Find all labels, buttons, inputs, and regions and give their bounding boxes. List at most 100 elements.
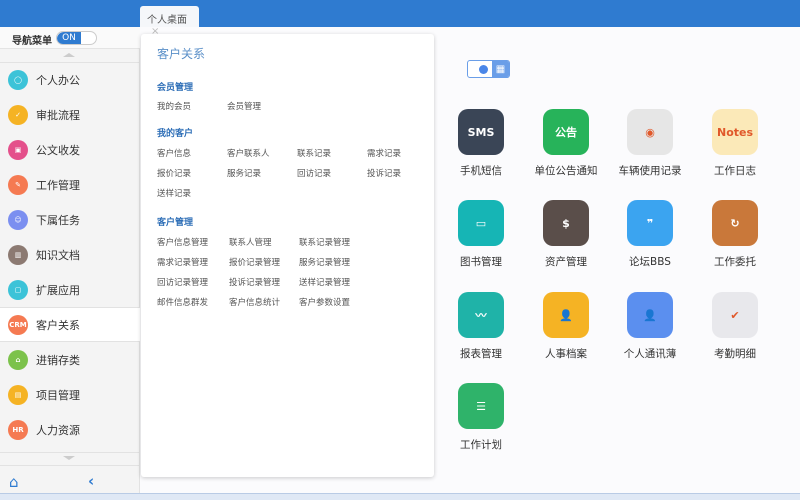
app-tile[interactable]: ✔ 考勤明细 [690, 292, 780, 361]
app-tile[interactable]: 👤 人事档案 [521, 292, 611, 361]
sidebar-item[interactable]: ▢ 扩展应用 [0, 272, 140, 307]
tab-label: 个人桌面 [147, 15, 187, 26]
sidebar-item-label: 项目管理 [36, 388, 80, 402]
popup-link[interactable]: 送样记录管理 [299, 276, 350, 288]
popup-link[interactable]: 客户信息 [157, 147, 191, 159]
app-tile[interactable]: ☰ 工作计划 [436, 383, 526, 452]
document-exchange-icon: ▣ [8, 139, 28, 160]
plan-icon: ☰ [458, 383, 504, 429]
hr-icon: HR [8, 419, 28, 440]
popup-link[interactable]: 客户信息统计 [229, 296, 280, 308]
speedometer-icon: ◉ [627, 109, 673, 155]
app-tile[interactable]: ▭ 图书管理 [436, 200, 526, 269]
popup-link[interactable]: 联系记录管理 [299, 236, 350, 248]
collapse-chevron-icon[interactable]: ‹ [88, 472, 94, 490]
popup-link[interactable]: 需求记录 [367, 147, 401, 159]
popup-link[interactable]: 送样记录 [157, 187, 191, 199]
sidebar-item[interactable]: CRM 客户关系 [0, 307, 140, 342]
nav-menu-toggle[interactable]: ON [56, 31, 97, 45]
popup-link[interactable]: 客户信息管理 [157, 236, 208, 248]
popup-section-title: 我的客户 [157, 129, 194, 139]
app-tile[interactable]: 公告 单位公告通知 [521, 109, 611, 178]
sidebar: ◯ 个人办公 ✓ 审批流程 ▣ 公文收发 ✎ 工作管理 ☺ 下属任务 ▥ 知识文档 ▢ 扩展应用 CRM 客户… [0, 49, 140, 494]
sidebar-item[interactable]: ▥ 知识文档 [0, 237, 140, 272]
app-label: 单位公告通知 [534, 165, 598, 177]
popup-link[interactable]: 邮件信息群发 [157, 296, 208, 308]
app-label: 工作日志 [714, 165, 756, 177]
scroll-down-icon[interactable] [63, 456, 75, 460]
app-tile[interactable]: 👤 个人通讯薄 [605, 292, 695, 361]
popup-link[interactable]: 联系人管理 [229, 236, 272, 248]
app-label: 个人通讯薄 [623, 348, 677, 360]
sidebar-item-label: 进销存类 [36, 353, 80, 367]
sidebar-item[interactable]: HR 人力资源 [0, 412, 140, 447]
sidebar-item[interactable]: ☺ 下属任务 [0, 202, 140, 237]
app-label: 资产管理 [545, 256, 587, 268]
attendance-icon: ✔ [712, 292, 758, 338]
sidebar-item-label: 审批流程 [36, 108, 80, 122]
popup-link[interactable]: 会员管理 [227, 100, 261, 112]
extension-icon: ▢ [8, 279, 28, 300]
app-tile[interactable]: ❞ 论坛BBS [605, 200, 695, 269]
divider [0, 452, 140, 453]
sidebar-item[interactable]: ⌂ 进销存类 [0, 342, 140, 377]
popup-link[interactable]: 需求记录管理 [157, 256, 208, 268]
project-icon: ▤ [8, 384, 28, 405]
popup-title: 客户关系 [157, 47, 206, 61]
popup-link[interactable]: 报价记录管理 [229, 256, 280, 268]
work-icon: ✎ [8, 174, 28, 195]
scroll-up-icon[interactable] [63, 53, 75, 57]
book-icon: ▭ [458, 200, 504, 246]
popup-link[interactable]: 服务记录管理 [299, 256, 350, 268]
sidebar-item-label: 知识文档 [36, 248, 80, 262]
asset-icon: $ [543, 200, 589, 246]
popup-link[interactable]: 我的会员 [157, 100, 191, 112]
app-tile[interactable]: $ 资产管理 [521, 200, 611, 269]
popup-section-title: 客户管理 [157, 218, 194, 228]
app-tile[interactable]: ◉ 车辆使用记录 [605, 109, 695, 178]
nav-menu-bar: 导航菜单 ON [0, 27, 140, 49]
crm-menu-popup: 客户关系 会员管理 我的会员 会员管理 我的客户 客户信息 客户联系人 联系记录 需求记录 报价… [141, 34, 434, 477]
tab-personal-desktop[interactable]: 个人桌面× [140, 6, 199, 37]
popup-link[interactable]: 投诉记录 [367, 167, 401, 179]
app-label: 论坛BBS [629, 256, 671, 268]
sidebar-item-label: 客户关系 [36, 318, 80, 332]
popup-link[interactable]: 客户参数设置 [299, 296, 350, 308]
team-icon: ☺ [8, 209, 28, 230]
book-icon: ▥ [8, 244, 28, 265]
app-tile[interactable]: 〰报表管理 [436, 292, 526, 361]
forum-icon: ❞ [627, 200, 673, 246]
personnel-file-icon: 👤 [543, 292, 589, 338]
grid-view-icon[interactable]: ▦ [492, 61, 509, 77]
popup-link[interactable]: 联系记录 [297, 147, 331, 159]
crm-icon: CRM [8, 314, 28, 335]
sidebar-item-label: 个人办公 [36, 73, 80, 87]
home-icon[interactable]: ⌂ [9, 473, 19, 491]
approval-icon: ✓ [8, 104, 28, 125]
sidebar-item-label: 扩展应用 [36, 283, 80, 297]
popup-link[interactable]: 回访记录管理 [157, 276, 208, 288]
app-label: 图书管理 [460, 256, 502, 268]
list-view-icon[interactable] [479, 65, 488, 74]
app-tile[interactable]: SMS 手机短信 [436, 109, 526, 178]
sidebar-item[interactable]: ✎ 工作管理 [0, 167, 140, 202]
sidebar-item[interactable]: ▤ 项目管理 [0, 377, 140, 412]
app-tile[interactable]: Notes 工作日志 [690, 109, 780, 178]
user-icon: ◯ [8, 69, 28, 90]
popup-link[interactable]: 回访记录 [297, 167, 331, 179]
announcement-icon: 公告 [543, 109, 589, 155]
app-tile[interactable]: ↻ 工作委托 [690, 200, 780, 269]
view-toggle[interactable]: ▦ [467, 60, 510, 78]
sidebar-item-label: 公文收发 [36, 143, 80, 157]
sidebar-item-label: 人力资源 [36, 423, 80, 437]
popup-link[interactable]: 服务记录 [227, 167, 261, 179]
sidebar-item[interactable]: ✓ 审批流程 [0, 97, 140, 132]
app-label: 人事档案 [545, 348, 587, 360]
popup-link[interactable]: 客户联系人 [227, 147, 270, 159]
toggle-label: ON [57, 32, 81, 44]
popup-link[interactable]: 投诉记录管理 [229, 276, 280, 288]
sidebar-item[interactable]: ▣ 公文收发 [0, 132, 140, 167]
app-label: 工作委托 [714, 256, 756, 268]
popup-link[interactable]: 报价记录 [157, 167, 191, 179]
sidebar-item[interactable]: ◯ 个人办公 [0, 62, 140, 97]
